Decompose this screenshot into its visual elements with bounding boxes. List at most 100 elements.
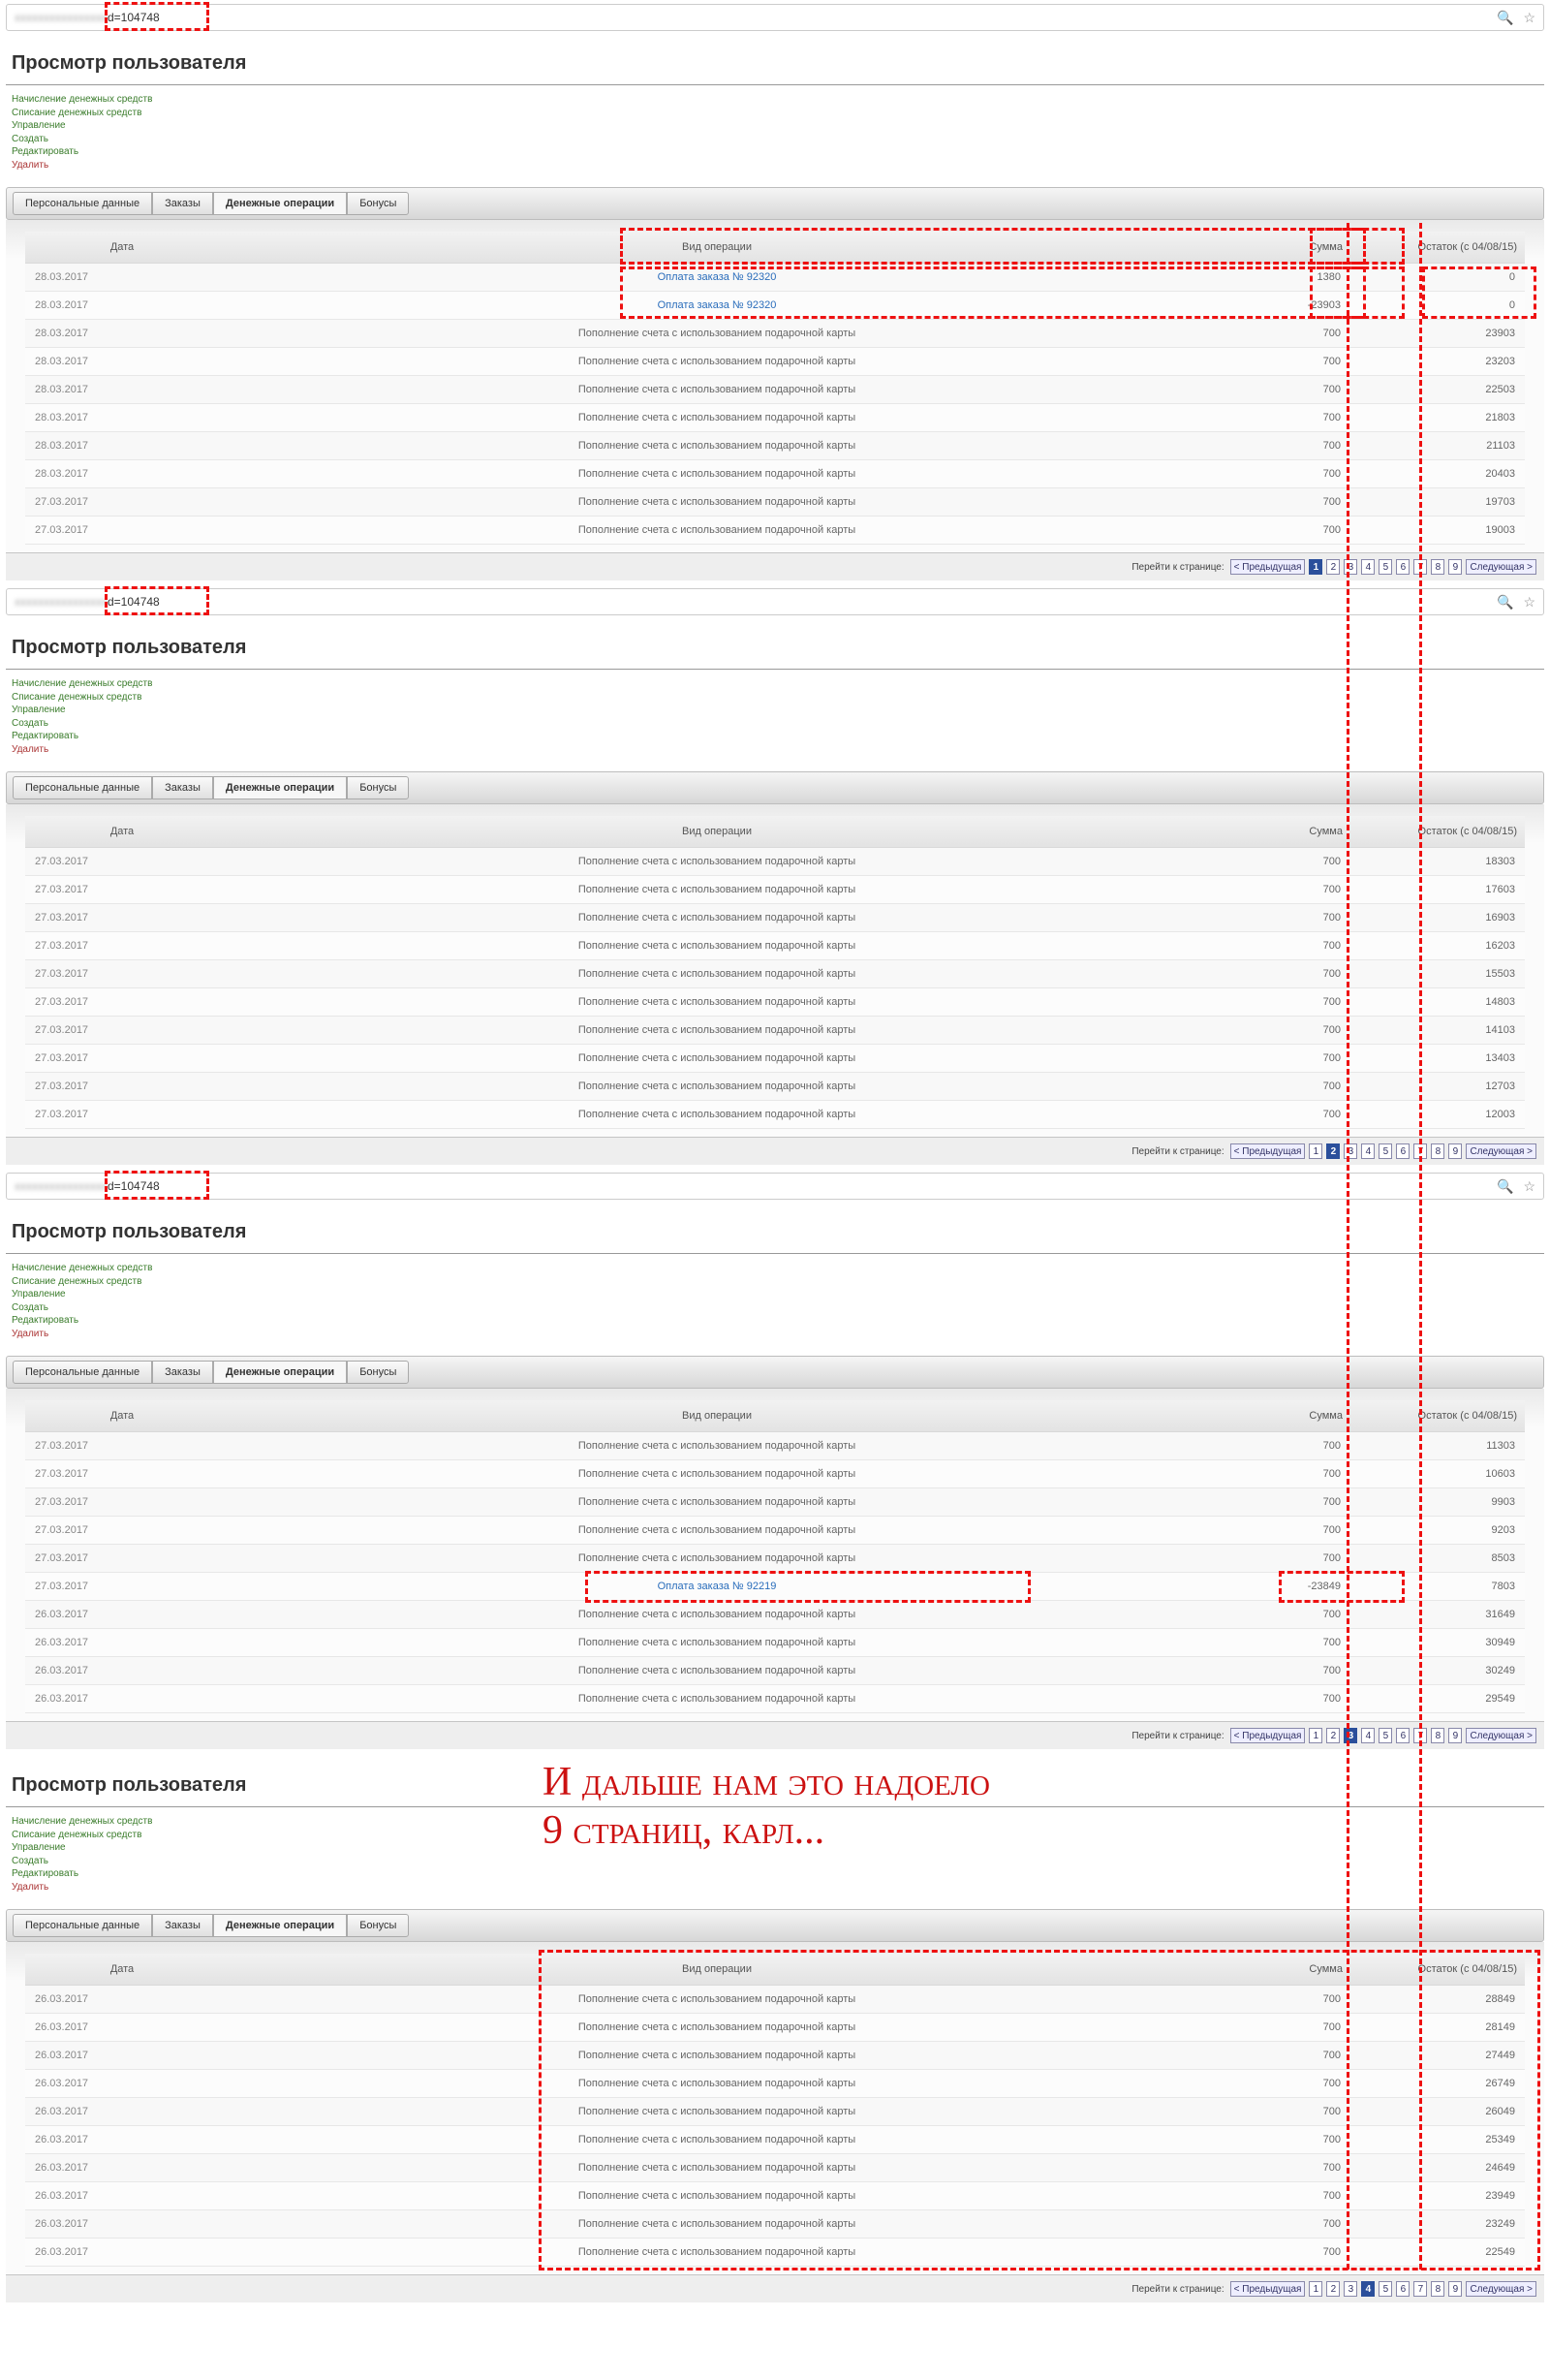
pager-next[interactable]: Следующая > xyxy=(1466,1728,1536,1743)
zoom-icon[interactable]: 🔍 xyxy=(1497,10,1513,26)
link-credit[interactable]: Начисление денежных средств xyxy=(12,1815,1538,1829)
pager-next[interactable]: Следующая > xyxy=(1466,559,1536,575)
pager: Перейти к странице: < Предыдущая 1234567… xyxy=(6,552,1544,580)
pager-page-9[interactable]: 9 xyxy=(1448,1143,1462,1159)
address-bar[interactable]: xxxxxxxxxxxxxxxx d=104748 🔍 ☆ xyxy=(6,588,1544,615)
pager-page-9[interactable]: 9 xyxy=(1448,559,1462,575)
pager-prev[interactable]: < Предыдущая xyxy=(1230,1728,1306,1743)
address-bar[interactable]: xxxxxxxxxxxxxxxx d=104748 🔍 ☆ xyxy=(6,4,1544,31)
pager-next[interactable]: Следующая > xyxy=(1466,2281,1536,2297)
tab-orders[interactable]: Заказы xyxy=(152,1361,213,1384)
link-debit[interactable]: Списание денежных средств xyxy=(12,691,1538,705)
pager-page-5[interactable]: 5 xyxy=(1379,559,1392,575)
tab-personal[interactable]: Персональные данные xyxy=(13,192,152,215)
link-credit[interactable]: Начисление денежных средств xyxy=(12,93,1538,107)
link-create[interactable]: Создать xyxy=(12,133,1538,146)
pager-page-7[interactable]: 7 xyxy=(1413,559,1427,575)
pager-page-6[interactable]: 6 xyxy=(1396,1728,1410,1743)
cell-operation[interactable]: Оплата заказа № 92320 xyxy=(219,264,1215,292)
tab-money[interactable]: Денежные операции xyxy=(213,1361,347,1384)
pager-next[interactable]: Следующая > xyxy=(1466,1143,1536,1159)
address-bar[interactable]: xxxxxxxxxxxxxxxx d=104748 🔍 ☆ xyxy=(6,1173,1544,1200)
pager-page-2[interactable]: 2 xyxy=(1326,559,1340,575)
zoom-icon[interactable]: 🔍 xyxy=(1497,1178,1513,1195)
cell-sum: 700 xyxy=(1215,1629,1350,1657)
link-create[interactable]: Создать xyxy=(12,717,1538,731)
pager-page-8[interactable]: 8 xyxy=(1431,2281,1444,2297)
pager-page-4[interactable]: 4 xyxy=(1361,1143,1375,1159)
tab-money[interactable]: Денежные операции xyxy=(213,776,347,799)
pager-page-1[interactable]: 1 xyxy=(1309,1143,1322,1159)
pager-page-8[interactable]: 8 xyxy=(1431,1728,1444,1743)
pager-page-9[interactable]: 9 xyxy=(1448,1728,1462,1743)
tab-orders[interactable]: Заказы xyxy=(152,192,213,215)
pager-page-6[interactable]: 6 xyxy=(1396,1143,1410,1159)
pager-page-7[interactable]: 7 xyxy=(1413,1728,1427,1743)
link-debit[interactable]: Списание денежных средств xyxy=(12,107,1538,120)
link-edit[interactable]: Редактировать xyxy=(12,1867,1538,1881)
link-create[interactable]: Создать xyxy=(12,1855,1538,1868)
link-delete[interactable]: Удалить xyxy=(12,743,1538,757)
link-edit[interactable]: Редактировать xyxy=(12,145,1538,159)
tab-bonus[interactable]: Бонусы xyxy=(347,1914,409,1937)
pager-page-5[interactable]: 5 xyxy=(1379,1728,1392,1743)
tab-bonus[interactable]: Бонусы xyxy=(347,192,409,215)
pager-page-1[interactable]: 1 xyxy=(1309,2281,1322,2297)
star-icon[interactable]: ☆ xyxy=(1523,594,1535,611)
pager-page-4[interactable]: 4 xyxy=(1361,2281,1375,2297)
link-edit[interactable]: Редактировать xyxy=(12,1314,1538,1328)
pager-page-5[interactable]: 5 xyxy=(1379,1143,1392,1159)
link-debit[interactable]: Списание денежных средств xyxy=(12,1829,1538,1842)
tab-bonus[interactable]: Бонусы xyxy=(347,1361,409,1384)
pager-prev[interactable]: < Предыдущая xyxy=(1230,2281,1306,2297)
pager-page-5[interactable]: 5 xyxy=(1379,2281,1392,2297)
star-icon[interactable]: ☆ xyxy=(1523,1178,1535,1195)
pager-page-3[interactable]: 3 xyxy=(1344,559,1357,575)
tab-orders[interactable]: Заказы xyxy=(152,1914,213,1937)
pager-page-2[interactable]: 2 xyxy=(1326,2281,1340,2297)
tab-orders[interactable]: Заказы xyxy=(152,776,213,799)
cell-sum: 700 xyxy=(1215,2014,1350,2042)
cell-operation[interactable]: Оплата заказа № 92219 xyxy=(219,1573,1215,1601)
link-delete[interactable]: Удалить xyxy=(12,159,1538,172)
tab-personal[interactable]: Персональные данные xyxy=(13,1914,152,1937)
pager-page-8[interactable]: 8 xyxy=(1431,1143,1444,1159)
link-create[interactable]: Создать xyxy=(12,1301,1538,1315)
star-icon[interactable]: ☆ xyxy=(1523,10,1535,26)
pager-page-4[interactable]: 4 xyxy=(1361,559,1375,575)
pager-page-3[interactable]: 3 xyxy=(1344,1143,1357,1159)
link-edit[interactable]: Редактировать xyxy=(12,730,1538,743)
tab-money[interactable]: Денежные операции xyxy=(213,1914,347,1937)
link-manage[interactable]: Управление xyxy=(12,119,1538,133)
link-delete[interactable]: Удалить xyxy=(12,1328,1538,1341)
pager-page-7[interactable]: 7 xyxy=(1413,1143,1427,1159)
pager-page-7[interactable]: 7 xyxy=(1413,2281,1427,2297)
pager-page-4[interactable]: 4 xyxy=(1361,1728,1375,1743)
pager-prev[interactable]: < Предыдущая xyxy=(1230,559,1306,575)
link-delete[interactable]: Удалить xyxy=(12,1881,1538,1895)
link-manage[interactable]: Управление xyxy=(12,1841,1538,1855)
pager-page-2[interactable]: 2 xyxy=(1326,1728,1340,1743)
tab-personal[interactable]: Персональные данные xyxy=(13,776,152,799)
pager-page-1[interactable]: 1 xyxy=(1309,1728,1322,1743)
link-debit[interactable]: Списание денежных средств xyxy=(12,1275,1538,1289)
link-manage[interactable]: Управление xyxy=(12,704,1538,717)
pager-page-1[interactable]: 1 xyxy=(1309,559,1322,575)
zoom-icon[interactable]: 🔍 xyxy=(1497,594,1513,611)
link-credit[interactable]: Начисление денежных средств xyxy=(12,1262,1538,1275)
pager-page-6[interactable]: 6 xyxy=(1396,2281,1410,2297)
pager-page-3[interactable]: 3 xyxy=(1344,2281,1357,2297)
pager-page-3[interactable]: 3 xyxy=(1344,1728,1357,1743)
tab-personal[interactable]: Персональные данные xyxy=(13,1361,152,1384)
tab-bonus[interactable]: Бонусы xyxy=(347,776,409,799)
tab-money[interactable]: Денежные операции xyxy=(213,192,347,215)
cell-date: 27.03.2017 xyxy=(25,988,219,1017)
cell-operation[interactable]: Оплата заказа № 92320 xyxy=(219,292,1215,320)
link-manage[interactable]: Управление xyxy=(12,1288,1538,1301)
pager-page-2[interactable]: 2 xyxy=(1326,1143,1340,1159)
link-credit[interactable]: Начисление денежных средств xyxy=(12,677,1538,691)
pager-page-8[interactable]: 8 xyxy=(1431,559,1444,575)
pager-page-6[interactable]: 6 xyxy=(1396,559,1410,575)
pager-prev[interactable]: < Предыдущая xyxy=(1230,1143,1306,1159)
pager-page-9[interactable]: 9 xyxy=(1448,2281,1462,2297)
